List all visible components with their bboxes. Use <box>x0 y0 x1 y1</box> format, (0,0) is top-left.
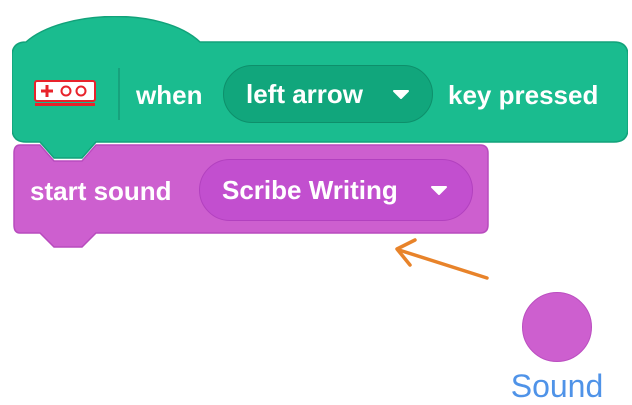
key-dropdown[interactable]: left arrow <box>223 65 433 123</box>
start-sound-label: start sound <box>30 176 172 206</box>
chevron-down-icon <box>393 90 409 99</box>
when-label: when <box>136 80 203 110</box>
key-pressed-label: key pressed <box>448 80 599 110</box>
extension-divider <box>118 68 120 120</box>
when-key-pressed-block[interactable]: when left arrow key pressed <box>12 16 628 162</box>
makey-makey-icon <box>34 80 96 106</box>
sound-category-button[interactable]: Sound <box>492 290 622 405</box>
sound-dropdown[interactable]: Scribe Writing <box>199 159 473 221</box>
hat-block-content: when left arrow key pressed <box>12 62 628 126</box>
sound-category-label: Sound <box>510 368 604 404</box>
sound-category-dot <box>522 292 592 362</box>
sound-dropdown-value: Scribe Writing <box>222 174 398 205</box>
chevron-down-icon <box>431 186 447 195</box>
key-dropdown-value: left arrow <box>246 78 364 109</box>
code-canvas: when left arrow key pressed start sound … <box>0 0 632 405</box>
orange-arrow-icon <box>395 238 489 280</box>
